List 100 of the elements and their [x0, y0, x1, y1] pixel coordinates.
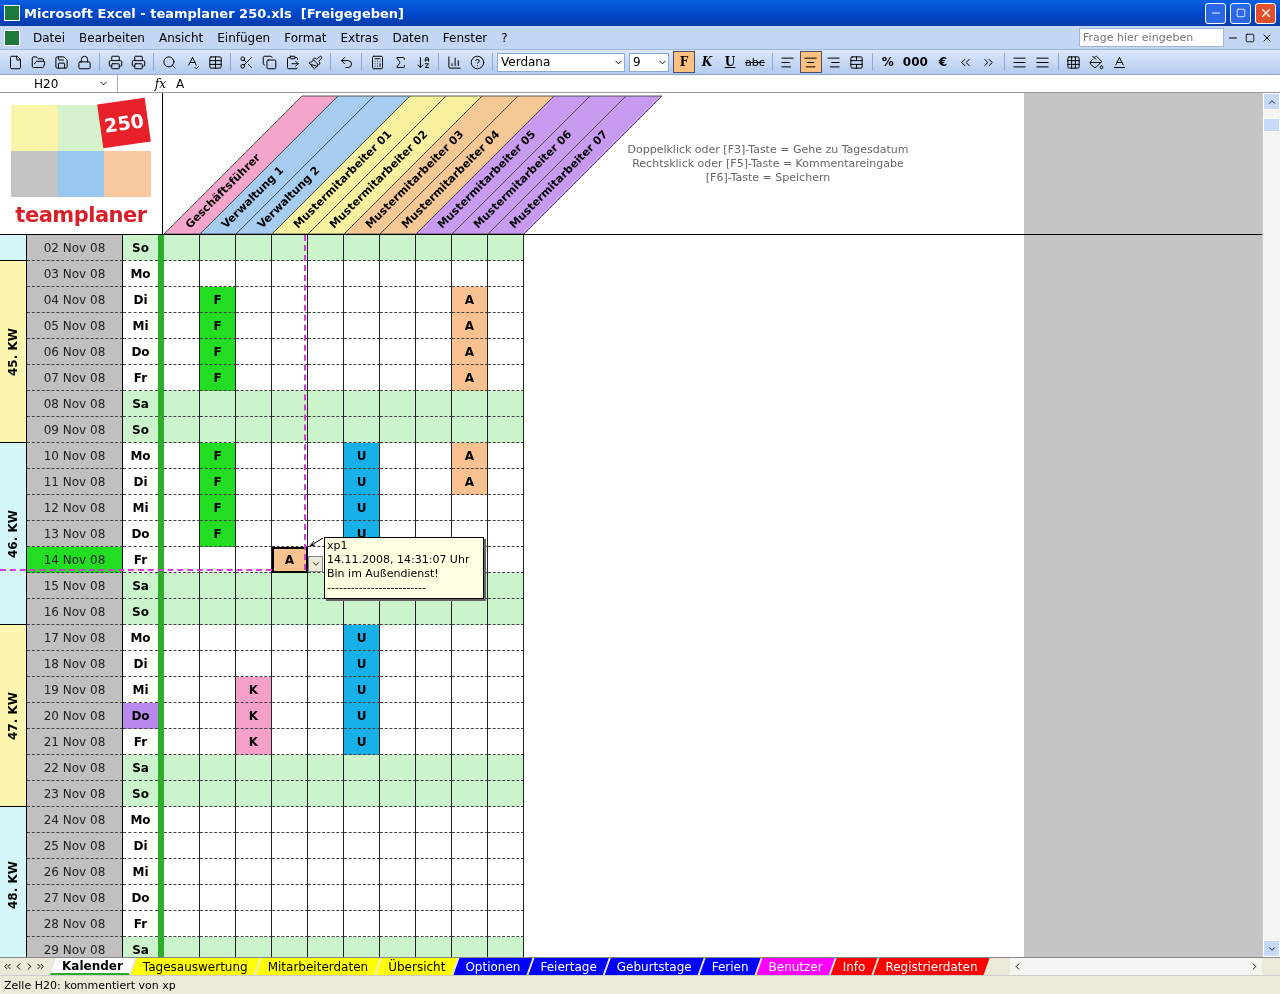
menu-item[interactable]: Ansicht: [151, 28, 211, 47]
format-button[interactable]: F: [673, 51, 695, 73]
date-cell: 23 Nov 08: [27, 781, 123, 807]
sheet-tab[interactable]: Registrierdaten: [873, 958, 990, 975]
date-cell: 08 Nov 08: [27, 391, 123, 417]
date-cell: 13 Nov 08: [27, 521, 123, 547]
date-cell: 16 Nov 08: [27, 599, 123, 625]
absence-cell[interactable]: U: [344, 495, 380, 521]
font-field[interactable]: Verdana: [497, 52, 625, 72]
date-cell: 26 Nov 08: [27, 859, 123, 885]
date-cell: 22 Nov 08: [27, 755, 123, 781]
date-cell: 14 Nov 08: [27, 547, 123, 573]
date-cell: 05 Nov 08: [27, 313, 123, 339]
instruction-text: [F6]-Taste = Speichern: [705, 171, 831, 185]
date-cell: 11 Nov 08: [27, 469, 123, 495]
absence-cell[interactable]: F: [200, 365, 236, 391]
sheet-tab[interactable]: Feiertage: [528, 958, 609, 975]
date-cell: 25 Nov 08: [27, 833, 123, 859]
name-box[interactable]: H20: [0, 75, 118, 92]
number-format-button[interactable]: 000: [899, 51, 931, 73]
date-cell: 24 Nov 08: [27, 807, 123, 833]
date-cell: 09 Nov 08: [27, 417, 123, 443]
absence-cell[interactable]: U: [344, 625, 380, 651]
format-button[interactable]: U: [719, 51, 741, 73]
absence-cell[interactable]: K: [236, 729, 272, 755]
weekday-cell: So: [123, 417, 158, 443]
window-title: Microsoft Excel - teamplaner 250.xls [Freigegeben]: [24, 5, 406, 21]
absence-cell[interactable]: F: [200, 313, 236, 339]
absence-cell[interactable]: F: [200, 287, 236, 313]
help-search-field[interactable]: Frage hier eingeben: [1079, 28, 1224, 47]
date-cell: 28 Nov 08: [27, 911, 123, 937]
formula-value[interactable]: A: [170, 76, 185, 91]
number-format-button[interactable]: %: [876, 51, 899, 73]
sheet-tab[interactable]: Geburtstage: [604, 958, 704, 975]
absence-cell[interactable]: U: [344, 703, 380, 729]
logo-badge: 250: [97, 97, 151, 149]
sheet-tab[interactable]: Übersicht: [376, 958, 458, 975]
absence-cell[interactable]: A: [452, 469, 488, 495]
comment-text: Bin im Außendienst!: [327, 567, 440, 581]
sheet-tab[interactable]: Kalender: [50, 958, 135, 975]
date-cell: 03 Nov 08: [27, 261, 123, 287]
comment-text: 14.11.2008, 14:31:07 Uhr: [327, 553, 471, 567]
menu-item[interactable]: Bearbeiten: [72, 28, 152, 47]
format-button[interactable]: K: [696, 51, 718, 73]
date-cell: 04 Nov 08: [27, 287, 123, 313]
week-label: 48. KW: [6, 860, 20, 909]
date-cell: 18 Nov 08: [27, 651, 123, 677]
comment-text: -------------------------: [327, 581, 428, 595]
date-cell: 15 Nov 08: [27, 573, 123, 599]
menu-item[interactable]: Daten: [385, 28, 436, 47]
status-text: Zelle H20: kommentiert von xp: [0, 975, 1280, 994]
menu-item[interactable]: Extras: [333, 28, 386, 47]
sheet-tab[interactable]: Optionen: [453, 958, 533, 975]
absence-cell[interactable]: F: [200, 495, 236, 521]
date-cell: 06 Nov 08: [27, 339, 123, 365]
absence-cell[interactable]: F: [200, 521, 236, 547]
date-cell: 29 Nov 08: [27, 937, 123, 957]
absence-cell[interactable]: U: [344, 651, 380, 677]
weekday-cell: Sa: [123, 391, 158, 417]
weekday-cell: So: [123, 235, 158, 261]
absence-cell[interactable]: A: [452, 287, 488, 313]
sheet-tab[interactable]: Tagesauswertung: [130, 958, 260, 975]
absence-cell[interactable]: U: [344, 729, 380, 755]
weekday-cell: So: [123, 599, 158, 625]
absence-cell[interactable]: A: [452, 339, 488, 365]
absence-cell[interactable]: K: [236, 677, 272, 703]
number-format-button[interactable]: €: [931, 51, 954, 73]
absence-cell[interactable]: F: [200, 469, 236, 495]
absence-cell[interactable]: A: [272, 547, 308, 573]
weekday-cell: So: [123, 781, 158, 807]
absence-cell[interactable]: K: [236, 703, 272, 729]
date-cell: 19 Nov 08: [27, 677, 123, 703]
absence-cell[interactable]: F: [200, 443, 236, 469]
sheet-tab[interactable]: Info: [830, 958, 878, 975]
logo-name: teamplaner: [15, 203, 147, 227]
week-label: 46. KW: [6, 509, 20, 558]
format-button[interactable]: abc: [742, 51, 768, 73]
absence-cell[interactable]: F: [200, 339, 236, 365]
absence-cell[interactable]: U: [344, 677, 380, 703]
font-size-field[interactable]: 9: [629, 52, 669, 72]
absence-cell[interactable]: A: [452, 313, 488, 339]
sheet-tab[interactable]: Mitarbeiterdaten: [255, 958, 381, 975]
menu-item[interactable]: Format: [277, 28, 334, 47]
week-label: 45. KW: [6, 327, 20, 376]
absence-cell[interactable]: U: [344, 469, 380, 495]
absence-cell[interactable]: A: [452, 443, 488, 469]
weekday-cell: Sa: [123, 937, 158, 957]
date-cell: 07 Nov 08: [27, 365, 123, 391]
weekday-cell: Sa: [123, 755, 158, 781]
date-cell: 20 Nov 08: [27, 703, 123, 729]
date-cell: 21 Nov 08: [27, 729, 123, 755]
date-cell: 02 Nov 08: [27, 235, 123, 261]
menu-item[interactable]: ?: [494, 28, 515, 47]
sheet-tab[interactable]: Ferien: [699, 958, 761, 975]
menu-item[interactable]: Einfügen: [210, 28, 278, 47]
menu-item[interactable]: Fenster: [435, 28, 495, 47]
menu-item[interactable]: Datei: [26, 28, 72, 47]
fx-label: fx: [153, 76, 167, 91]
absence-cell[interactable]: A: [452, 365, 488, 391]
absence-cell[interactable]: U: [344, 443, 380, 469]
